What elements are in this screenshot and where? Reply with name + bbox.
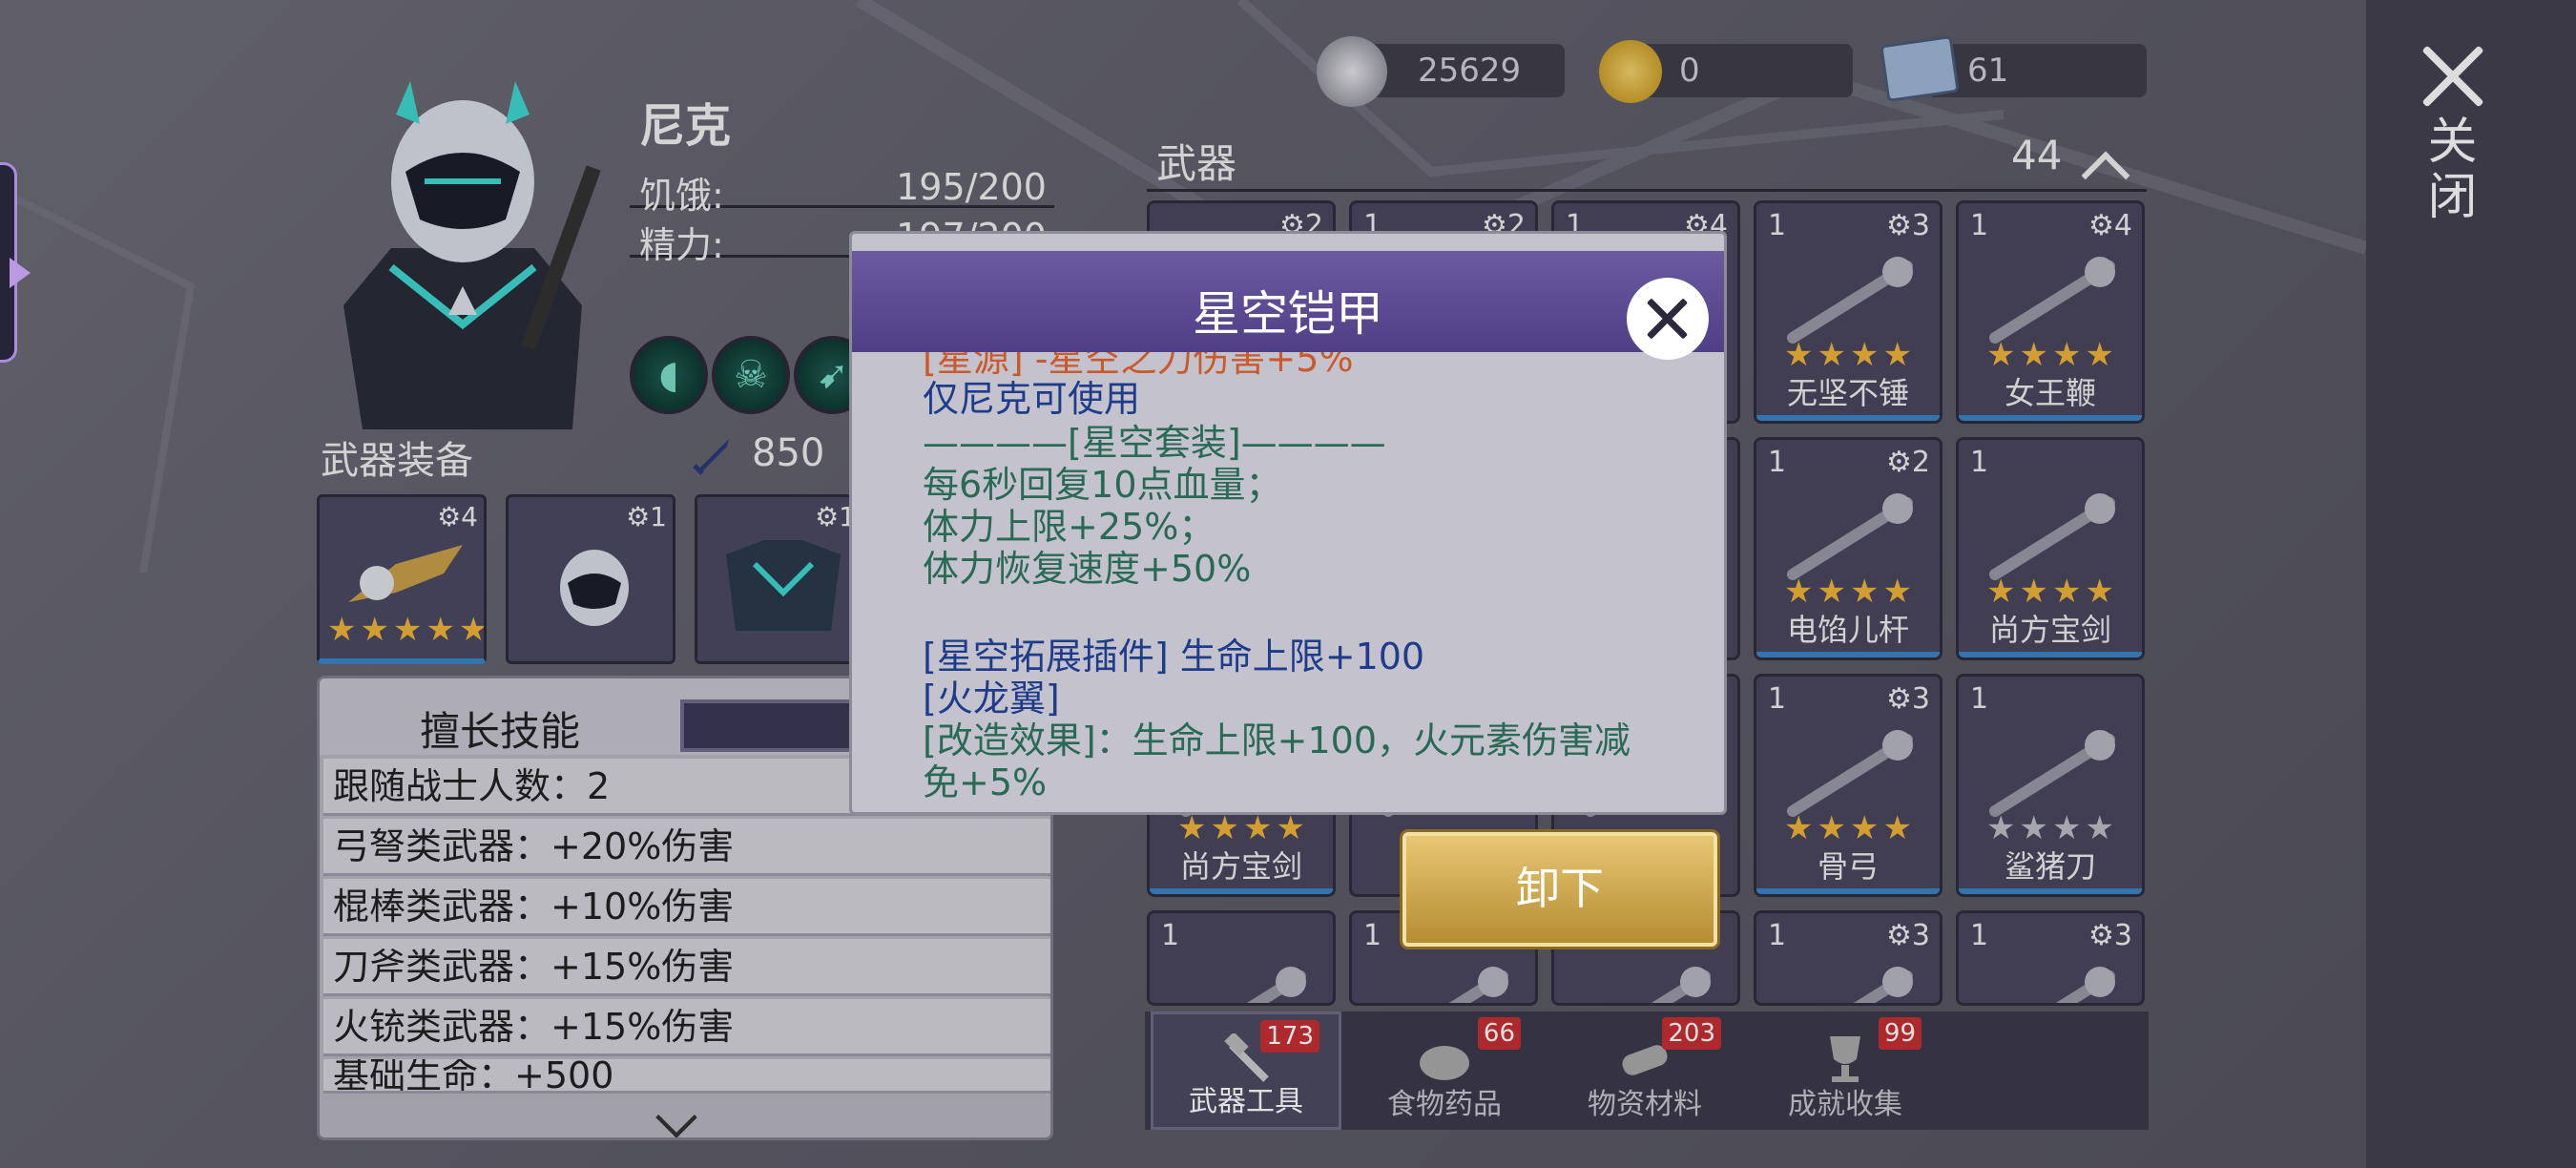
modal-header: 星空铠甲 xyxy=(852,251,1724,360)
close-icon[interactable] xyxy=(2414,38,2490,115)
set-bonus-3: 体力恢复速度+50% xyxy=(923,548,1252,590)
unequip-button[interactable]: 卸下 xyxy=(1402,832,1717,947)
close-label[interactable]: 关闭 xyxy=(2417,115,2483,225)
modal-close-icon[interactable] xyxy=(1627,278,1709,360)
item-detail-modal: [星源] -星空之力伤害+5% 星空铠甲 仅尼克可使用 ————[星空套装]——… xyxy=(849,231,1727,815)
mod-line-2: 免+5% xyxy=(923,761,1048,803)
modal-title: 星空铠甲 xyxy=(1193,286,1383,342)
